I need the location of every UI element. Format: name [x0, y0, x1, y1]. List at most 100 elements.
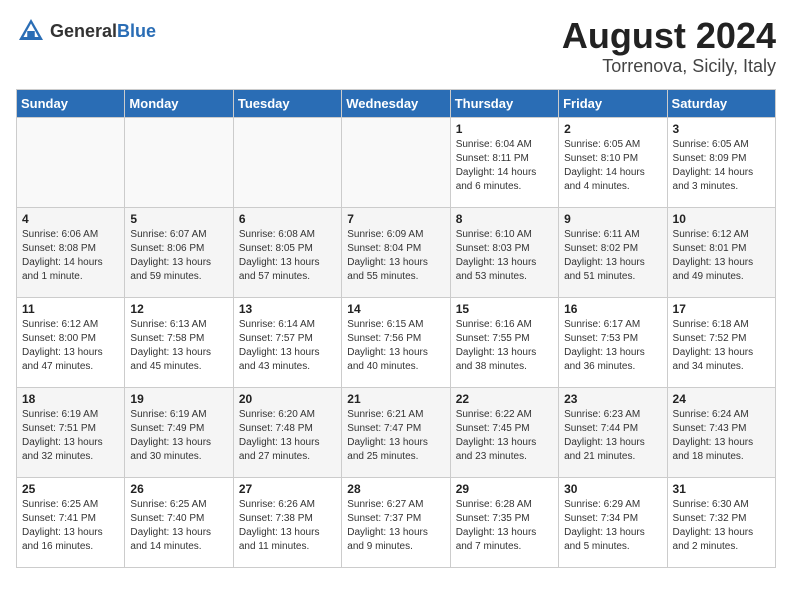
calendar-cell: 12 Sunrise: 6:13 AMSunset: 7:58 PMDayligh…	[125, 297, 233, 387]
day-number: 30	[564, 482, 661, 496]
calendar-cell: 6 Sunrise: 6:08 AMSunset: 8:05 PMDaylight…	[233, 207, 341, 297]
day-info: Sunrise: 6:05 AMSunset: 8:09 PMDaylight:…	[673, 138, 770, 194]
calendar-cell: 11Sunrise: 6:12 AMSunset: 8:00 PMDayligh…	[17, 297, 125, 387]
day-info: Sunrise: 6:25 AMSunset: 7:40 PMDaylight:…	[130, 498, 227, 554]
day-number: 19	[130, 392, 227, 406]
day-info: Sunrise: 6:06 AMSunset: 8:08 PMDaylight:…	[22, 228, 119, 284]
calendar-cell: 14 Sunrise: 6:15 AMSunset: 7:56 PMDayligh…	[342, 297, 450, 387]
day-info: Sunrise: 6:26 AMSunset: 7:38 PMDaylight:…	[239, 498, 336, 554]
day-info: Sunrise: 6:15 AMSunset: 7:56 PMDaylight:…	[347, 318, 444, 374]
calendar-cell: 8 Sunrise: 6:10 AMSunset: 8:03 PMDaylight…	[450, 207, 558, 297]
month-title: August 2024	[562, 16, 776, 56]
day-info: Sunrise: 6:11 AMSunset: 8:02 PMDaylight:…	[564, 228, 661, 284]
weekday-header-row: SundayMondayTuesdayWednesdayThursdayFrid…	[17, 89, 776, 117]
calendar-cell	[17, 117, 125, 207]
day-info: Sunrise: 6:19 AMSunset: 7:51 PMDaylight:…	[22, 408, 119, 464]
day-number: 5	[130, 212, 227, 226]
day-number: 14	[347, 302, 444, 316]
day-info: Sunrise: 6:16 AMSunset: 7:55 PMDaylight:…	[456, 318, 553, 374]
day-info: Sunrise: 6:23 AMSunset: 7:44 PMDaylight:…	[564, 408, 661, 464]
day-number: 31	[673, 482, 770, 496]
calendar-cell: 25Sunrise: 6:25 AMSunset: 7:41 PMDayligh…	[17, 477, 125, 567]
weekday-header-sunday: Sunday	[17, 89, 125, 117]
day-number: 8	[456, 212, 553, 226]
day-number: 13	[239, 302, 336, 316]
calendar-cell: 2 Sunrise: 6:05 AMSunset: 8:10 PMDaylight…	[559, 117, 667, 207]
day-info: Sunrise: 6:27 AMSunset: 7:37 PMDaylight:…	[347, 498, 444, 554]
calendar-cell: 17Sunrise: 6:18 AMSunset: 7:52 PMDayligh…	[667, 297, 775, 387]
calendar-cell: 30 Sunrise: 6:29 AMSunset: 7:34 PMDayligh…	[559, 477, 667, 567]
day-number: 12	[130, 302, 227, 316]
day-info: Sunrise: 6:20 AMSunset: 7:48 PMDaylight:…	[239, 408, 336, 464]
calendar-week-3: 11Sunrise: 6:12 AMSunset: 8:00 PMDayligh…	[17, 297, 776, 387]
calendar-cell: 13 Sunrise: 6:14 AMSunset: 7:57 PMDayligh…	[233, 297, 341, 387]
location-title: Torrenova, Sicily, Italy	[562, 56, 776, 77]
calendar-cell: 4 Sunrise: 6:06 AMSunset: 8:08 PMDaylight…	[17, 207, 125, 297]
day-info: Sunrise: 6:17 AMSunset: 7:53 PMDaylight:…	[564, 318, 661, 374]
calendar-cell: 24 Sunrise: 6:24 AMSunset: 7:43 PMDayligh…	[667, 387, 775, 477]
calendar-cell	[342, 117, 450, 207]
day-number: 27	[239, 482, 336, 496]
day-info: Sunrise: 6:19 AMSunset: 7:49 PMDaylight:…	[130, 408, 227, 464]
calendar-cell: 20Sunrise: 6:20 AMSunset: 7:48 PMDayligh…	[233, 387, 341, 477]
calendar-cell: 3Sunrise: 6:05 AMSunset: 8:09 PMDaylight…	[667, 117, 775, 207]
day-number: 6	[239, 212, 336, 226]
weekday-header-tuesday: Tuesday	[233, 89, 341, 117]
day-info: Sunrise: 6:30 AMSunset: 7:32 PMDaylight:…	[673, 498, 770, 554]
day-info: Sunrise: 6:12 AMSunset: 8:01 PMDaylight:…	[673, 228, 770, 284]
day-info: Sunrise: 6:07 AMSunset: 8:06 PMDaylight:…	[130, 228, 227, 284]
calendar-cell: 29Sunrise: 6:28 AMSunset: 7:35 PMDayligh…	[450, 477, 558, 567]
calendar-cell: 16 Sunrise: 6:17 AMSunset: 7:53 PMDayligh…	[559, 297, 667, 387]
weekday-header-monday: Monday	[125, 89, 233, 117]
weekday-header-wednesday: Wednesday	[342, 89, 450, 117]
day-info: Sunrise: 6:14 AMSunset: 7:57 PMDaylight:…	[239, 318, 336, 374]
calendar-cell: 21Sunrise: 6:21 AMSunset: 7:47 PMDayligh…	[342, 387, 450, 477]
calendar-cell: 23Sunrise: 6:23 AMSunset: 7:44 PMDayligh…	[559, 387, 667, 477]
day-info: Sunrise: 6:10 AMSunset: 8:03 PMDaylight:…	[456, 228, 553, 284]
title-block: August 2024 Torrenova, Sicily, Italy	[562, 16, 776, 77]
day-number: 24	[673, 392, 770, 406]
day-number: 26	[130, 482, 227, 496]
calendar-cell: 10Sunrise: 6:12 AMSunset: 8:01 PMDayligh…	[667, 207, 775, 297]
calendar-cell: 31 Sunrise: 6:30 AMSunset: 7:32 PMDayligh…	[667, 477, 775, 567]
weekday-header-friday: Friday	[559, 89, 667, 117]
day-number: 4	[22, 212, 119, 226]
day-info: Sunrise: 6:08 AMSunset: 8:05 PMDaylight:…	[239, 228, 336, 284]
day-number: 2	[564, 122, 661, 136]
logo-text: GeneralBlue	[50, 21, 156, 42]
page-header: GeneralBlue August 2024 Torrenova, Sicil…	[16, 16, 776, 77]
calendar-cell	[233, 117, 341, 207]
day-number: 16	[564, 302, 661, 316]
day-info: Sunrise: 6:05 AMSunset: 8:10 PMDaylight:…	[564, 138, 661, 194]
calendar-cell: 15 Sunrise: 6:16 AMSunset: 7:55 PMDayligh…	[450, 297, 558, 387]
calendar-week-1: 1 Sunrise: 6:04 AMSunset: 8:11 PMDaylight…	[17, 117, 776, 207]
calendar-cell: 18 Sunrise: 6:19 AMSunset: 7:51 PMDayligh…	[17, 387, 125, 477]
calendar-cell: 1 Sunrise: 6:04 AMSunset: 8:11 PMDaylight…	[450, 117, 558, 207]
day-number: 25	[22, 482, 119, 496]
weekday-header-saturday: Saturday	[667, 89, 775, 117]
day-info: Sunrise: 6:24 AMSunset: 7:43 PMDaylight:…	[673, 408, 770, 464]
day-number: 18	[22, 392, 119, 406]
day-info: Sunrise: 6:29 AMSunset: 7:34 PMDaylight:…	[564, 498, 661, 554]
calendar-cell	[125, 117, 233, 207]
day-number: 17	[673, 302, 770, 316]
logo: GeneralBlue	[16, 16, 156, 46]
calendar-cell: 26 Sunrise: 6:25 AMSunset: 7:40 PMDayligh…	[125, 477, 233, 567]
day-info: Sunrise: 6:13 AMSunset: 7:58 PMDaylight:…	[130, 318, 227, 374]
weekday-header-thursday: Thursday	[450, 89, 558, 117]
day-number: 15	[456, 302, 553, 316]
day-number: 7	[347, 212, 444, 226]
day-number: 22	[456, 392, 553, 406]
logo-icon	[16, 16, 46, 46]
day-info: Sunrise: 6:22 AMSunset: 7:45 PMDaylight:…	[456, 408, 553, 464]
day-number: 1	[456, 122, 553, 136]
day-number: 28	[347, 482, 444, 496]
day-info: Sunrise: 6:09 AMSunset: 8:04 PMDaylight:…	[347, 228, 444, 284]
day-number: 29	[456, 482, 553, 496]
calendar-week-5: 25Sunrise: 6:25 AMSunset: 7:41 PMDayligh…	[17, 477, 776, 567]
calendar-table: SundayMondayTuesdayWednesdayThursdayFrid…	[16, 89, 776, 568]
day-number: 9	[564, 212, 661, 226]
day-info: Sunrise: 6:04 AMSunset: 8:11 PMDaylight:…	[456, 138, 553, 194]
calendar-cell: 9 Sunrise: 6:11 AMSunset: 8:02 PMDaylight…	[559, 207, 667, 297]
day-number: 11	[22, 302, 119, 316]
